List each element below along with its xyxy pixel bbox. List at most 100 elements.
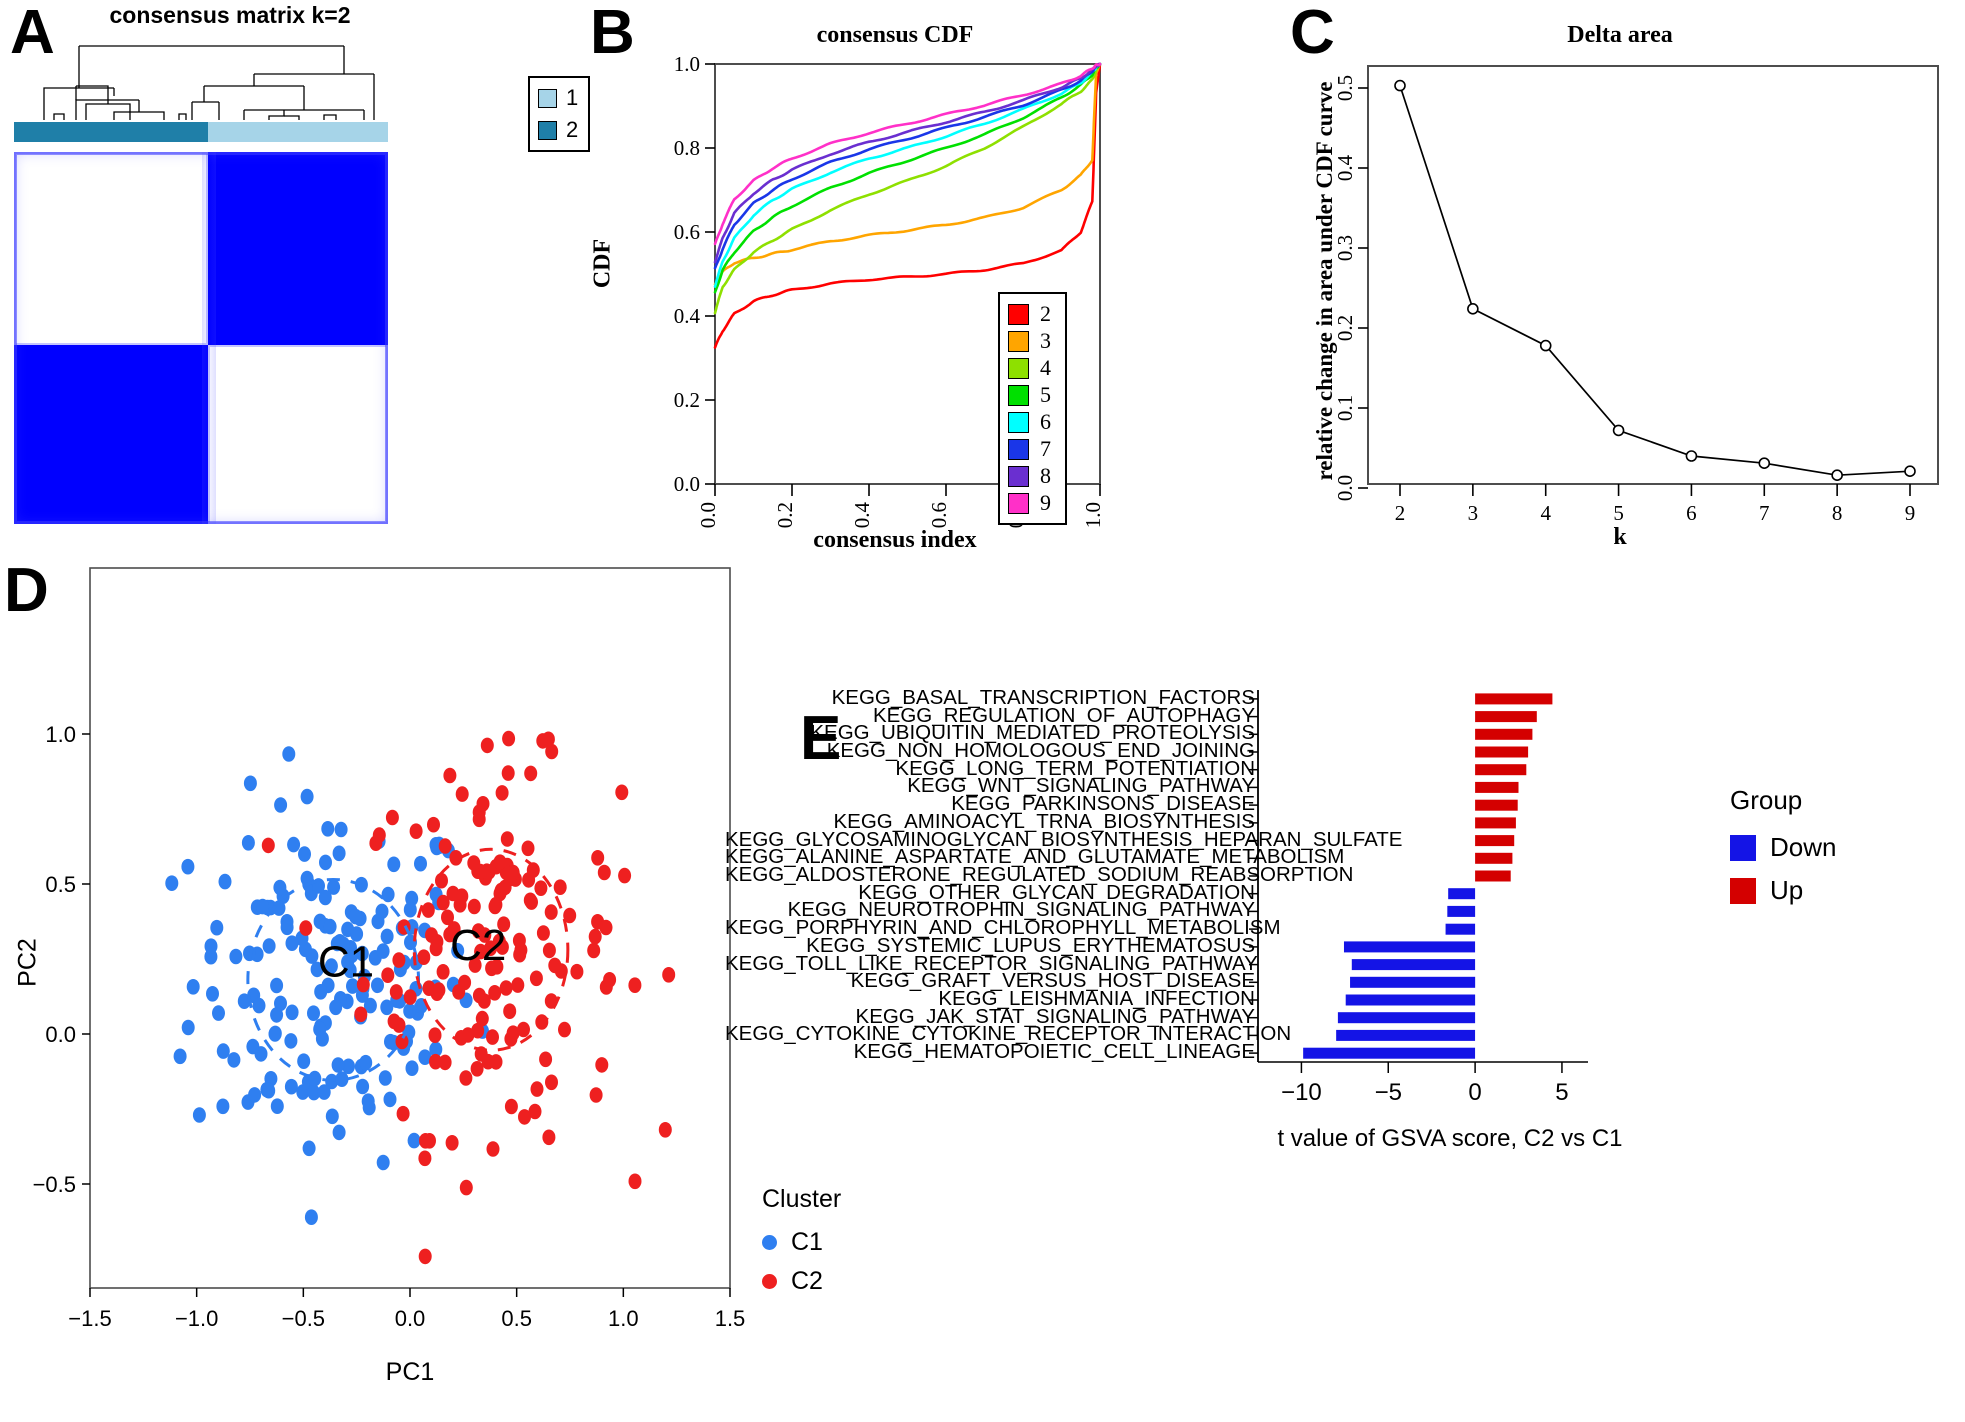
- scatter-point-C2: [409, 823, 423, 839]
- scatter-point-C1: [206, 986, 219, 1002]
- legend-swatch-cluster1: [538, 88, 557, 108]
- panel-e-legend-label: Down: [1770, 832, 1837, 862]
- panel-b-legend-item: 5: [1008, 382, 1051, 408]
- d-xtick-label: −0.5: [282, 1306, 325, 1331]
- scatter-point-C2: [542, 942, 556, 959]
- scatter-point-C1: [380, 999, 394, 1016]
- scatter-point-C2: [615, 784, 629, 801]
- scatter-point-C2: [392, 1017, 406, 1033]
- d-xtick-label: 0.5: [501, 1306, 532, 1331]
- d-xtick-label: 0.0: [395, 1306, 426, 1331]
- scatter-point-C1: [378, 1070, 392, 1086]
- panel-b-plot: 0.0 0.2 0.4 0.6 0.8 1.0 0.0 0.2 0.4 0.6 …: [674, 52, 1105, 528]
- scatter-point-C2: [261, 837, 275, 854]
- scatter-point-C2: [472, 811, 486, 828]
- svg-text:−0.5: −0.5: [33, 1172, 76, 1197]
- scatter-point-C2: [628, 1173, 642, 1190]
- scatter-point-C2: [459, 1179, 473, 1196]
- c-xtick-label: 2: [1395, 501, 1406, 525]
- scatter-point-C2: [514, 942, 528, 958]
- scatter-point-C2: [467, 898, 481, 915]
- e-xtick-label: −5: [1375, 1079, 1402, 1106]
- panel-e-legend-title: Group: [1730, 785, 1803, 815]
- panel-b-legend-label: 9: [1040, 490, 1051, 515]
- scatter-point-C2: [518, 1109, 531, 1125]
- svg-text:0.0: 0.0: [45, 1022, 76, 1047]
- panel-b-legend-item: 7: [1008, 436, 1051, 462]
- scatter-point-C2: [385, 809, 399, 826]
- scatter-point-C2: [662, 967, 676, 983]
- scatter-point-C1: [262, 938, 276, 954]
- panel-c-xlabel: k: [1613, 524, 1627, 550]
- scatter-point-C2: [599, 919, 613, 936]
- delta-area-point: [1904, 465, 1916, 478]
- scatter-point-C1: [304, 1209, 318, 1225]
- scatter-point-C1: [273, 879, 287, 896]
- gsva-bar: [1345, 994, 1476, 1006]
- panel-d-legend-item: C2: [762, 1267, 841, 1296]
- scatter-point-C1: [380, 928, 394, 945]
- scatter-point-C1: [329, 999, 343, 1016]
- svg-text:0.5: 0.5: [45, 872, 76, 897]
- d-xtick-label: 1.5: [715, 1306, 746, 1331]
- scatter-point-C1: [300, 788, 314, 805]
- panel-b-legend-label: 7: [1040, 436, 1051, 461]
- scatter-point-C1: [274, 797, 288, 813]
- gsva-bar: [1337, 1012, 1476, 1024]
- scatter-point-C2: [445, 1135, 459, 1151]
- scatter-point-C1: [284, 1078, 298, 1095]
- svg-text:0.0: 0.0: [674, 472, 700, 496]
- scatter-point-C2: [548, 957, 562, 974]
- panel-e-legend-label: Up: [1770, 875, 1804, 905]
- svg-text:0.5: 0.5: [1333, 75, 1357, 101]
- c-xtick-label: 8: [1832, 501, 1843, 525]
- legend-swatch-k5: [1008, 384, 1029, 406]
- svg-text:0.1: 0.1: [1333, 395, 1357, 421]
- scatter-point-C2: [542, 1129, 556, 1146]
- scatter-point-C2: [517, 1021, 530, 1038]
- gsva-bar: [1350, 976, 1476, 988]
- gsva-bar: [1336, 1029, 1476, 1041]
- scatter-point-C2: [354, 1006, 368, 1023]
- scatter-point-C1: [381, 886, 395, 903]
- legend-swatch-k7: [1008, 438, 1029, 460]
- scatter-point-C2: [443, 767, 457, 784]
- scatter-point-C2: [455, 786, 469, 802]
- svg-text:0.3: 0.3: [1333, 235, 1357, 261]
- panel-b-legend-item: 4: [1008, 355, 1051, 381]
- panel-b-legend-label: 2: [1040, 301, 1051, 326]
- gsva-bar: [1475, 746, 1529, 758]
- gsva-bar: [1447, 905, 1476, 917]
- scatter-point-C2: [501, 765, 515, 781]
- legend-dot-c1: [762, 1235, 777, 1250]
- panel-a-legend: 1 2: [528, 76, 591, 152]
- legend-swatch-up: [1730, 877, 1756, 904]
- scatter-point-C1: [376, 943, 390, 959]
- scatter-point-C2: [470, 1061, 484, 1077]
- d-xtick-label: 1.0: [608, 1306, 639, 1331]
- gsva-bar: [1475, 728, 1533, 740]
- legend-swatch-k4: [1008, 357, 1029, 379]
- gsva-bar: [1303, 1047, 1476, 1059]
- scatter-point-C1: [212, 1005, 225, 1021]
- scatter-point-C2: [500, 831, 514, 847]
- delta-area-point: [1394, 79, 1406, 92]
- panel-a-consensus-matrix: [14, 152, 388, 524]
- scatter-point-C1: [270, 1007, 284, 1023]
- scatter-point-C2: [429, 940, 443, 957]
- scatter-point-C1: [315, 1031, 329, 1047]
- cluster-annotation-c2: C2: [450, 921, 506, 970]
- scatter-point-C1: [376, 1154, 390, 1171]
- scatter-point-C1: [405, 1060, 419, 1076]
- scatter-point-C1: [334, 821, 348, 838]
- panel-b-legend-label: 6: [1040, 409, 1051, 434]
- c-xtick-label: 9: [1905, 501, 1916, 525]
- scatter-point-C2: [529, 970, 543, 987]
- scatter-point-C2: [299, 920, 313, 936]
- panel-b-legend: 23456789: [998, 292, 1067, 525]
- scatter-point-C2: [418, 1150, 432, 1167]
- e-xtick-label: 5: [1555, 1079, 1568, 1106]
- scatter-point-C2: [486, 1029, 499, 1045]
- panel-b-legend-label: 8: [1040, 463, 1051, 488]
- scatter-point-C1: [312, 878, 325, 894]
